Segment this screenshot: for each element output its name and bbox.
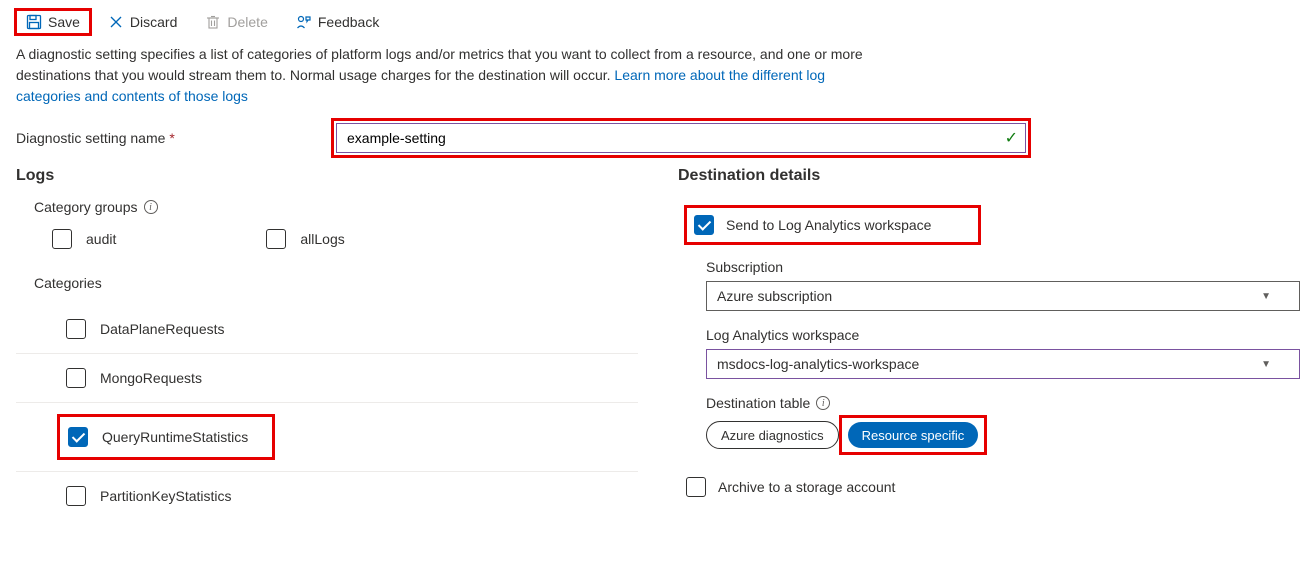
azure-diagnostics-option[interactable]: Azure diagnostics [707, 422, 838, 448]
info-icon[interactable]: i [144, 200, 158, 214]
delete-button: Delete [195, 10, 277, 34]
dataplanerequests-label: DataPlaneRequests [100, 321, 225, 337]
queryruntimestatistics-checkbox[interactable] [68, 427, 88, 447]
destination-table-toggle[interactable]: Azure diagnostics [706, 421, 839, 449]
alllogs-checkbox[interactable] [266, 229, 286, 249]
partitionkeystatistics-label: PartitionKeyStatistics [100, 488, 232, 504]
chevron-down-icon: ▼ [1261, 359, 1271, 370]
destination-title: Destination details [678, 167, 1300, 185]
workspace-select[interactable]: msdocs-log-analytics-workspace ▼ [706, 349, 1300, 379]
feedback-label: Feedback [318, 14, 379, 30]
setting-name-label: Diagnostic setting name* [16, 130, 316, 146]
chevron-down-icon: ▼ [1261, 291, 1271, 302]
feedback-button[interactable]: Feedback [286, 10, 389, 34]
description-text: A diagnostic setting specifies a list of… [0, 44, 900, 119]
trash-icon [205, 14, 221, 30]
close-icon [108, 14, 124, 30]
audit-label: audit [86, 231, 116, 247]
check-icon: ✓ [1005, 128, 1018, 148]
mongorequests-label: MongoRequests [100, 370, 202, 386]
subscription-label: Subscription [706, 259, 1300, 275]
resource-specific-option[interactable]: Resource specific [848, 422, 979, 448]
subscription-select[interactable]: Azure subscription ▼ [706, 281, 1300, 311]
send-loganalytics-label: Send to Log Analytics workspace [726, 217, 931, 233]
workspace-label: Log Analytics workspace [706, 327, 1300, 343]
categories-label: Categories [34, 275, 638, 291]
archive-storage-label: Archive to a storage account [718, 479, 895, 495]
feedback-icon [296, 14, 312, 30]
save-label: Save [48, 14, 80, 30]
queryruntimestatistics-label: QueryRuntimeStatistics [102, 429, 248, 445]
dataplanerequests-checkbox[interactable] [66, 319, 86, 339]
discard-button[interactable]: Discard [98, 10, 187, 34]
archive-storage-checkbox[interactable] [686, 477, 706, 497]
alllogs-label: allLogs [300, 231, 344, 247]
partitionkeystatistics-checkbox[interactable] [66, 486, 86, 506]
mongorequests-checkbox[interactable] [66, 368, 86, 388]
setting-name-input[interactable] [336, 123, 1026, 153]
save-button[interactable]: Save [16, 10, 90, 34]
info-icon[interactable]: i [816, 396, 830, 410]
logs-title: Logs [16, 167, 638, 185]
destination-table-label: Destination table [706, 395, 810, 411]
save-icon [26, 14, 42, 30]
discard-label: Discard [130, 14, 177, 30]
category-groups-label: Category groups i [34, 199, 638, 215]
delete-label: Delete [227, 14, 267, 30]
send-loganalytics-checkbox[interactable] [694, 215, 714, 235]
audit-checkbox[interactable] [52, 229, 72, 249]
